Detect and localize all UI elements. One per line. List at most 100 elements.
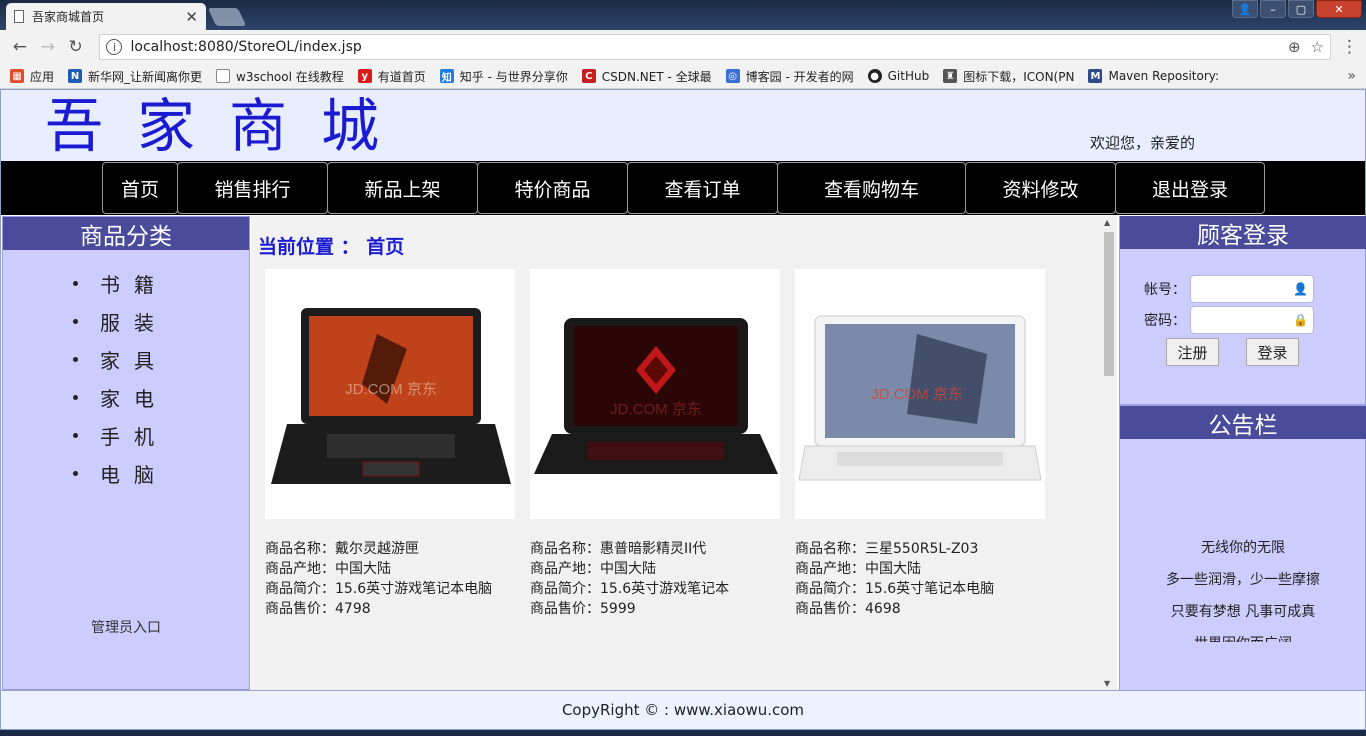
nav-edit-profile[interactable]: 资料修改 — [965, 162, 1116, 214]
back-arrow-icon[interactable]: ← — [8, 35, 32, 59]
bookmark-apps[interactable]: ▦ 应用 — [10, 68, 54, 85]
user-icon[interactable]: 👤 — [1232, 0, 1258, 18]
page-icon — [216, 69, 231, 83]
product-name: 商品名称：戴尔灵越游匣 — [265, 541, 419, 557]
admin-entry-link[interactable]: 管理员入口 — [3, 617, 249, 637]
menu-icon[interactable]: ⋮ — [1341, 37, 1358, 57]
notice-title: 公告栏 — [1120, 406, 1366, 439]
maven-icon: M — [1088, 69, 1103, 83]
content-scrollbar[interactable]: ▲ ▼ — [1101, 216, 1117, 690]
bullet-icon — [73, 356, 78, 362]
site-logo: 吾家商城 — [45, 92, 414, 160]
lock-icon: 🔒 — [1293, 313, 1308, 327]
category-item[interactable]: 书籍 — [3, 264, 249, 302]
product-card[interactable]: JD.COM 京东 商品名称：惠普暗影精灵II代 商品产地：中国大陆 商品简介：… — [530, 269, 780, 619]
tab-title: 吾家商城首页 — [32, 10, 105, 24]
product-desc: 商品简介：15.6英寸游戏笔记本电脑 — [265, 581, 493, 597]
bookmark-zhihu[interactable]: 知知乎 - 与世界分享你 — [439, 68, 568, 85]
bookmark-youdao[interactable]: y 有道首页 — [357, 68, 426, 85]
window-controls: 👤 – ▢ ✕ — [1232, 0, 1362, 18]
main-nav: 首页 销售排行 新品上架 特价商品 查看订单 查看购物车 资料修改 退出登录 — [1, 161, 1365, 215]
nav-view-orders[interactable]: 查看订单 — [627, 162, 778, 214]
notice-line: 世界因你而广阔 — [1120, 628, 1366, 642]
apps-grid-icon: ▦ — [10, 69, 24, 83]
product-info: 商品名称：惠普暗影精灵II代 商品产地：中国大陆 商品简介：15.6英寸游戏笔记… — [530, 539, 780, 619]
nav-special-offers[interactable]: 特价商品 — [477, 162, 628, 214]
product-image[interactable]: JD.COM 京东 — [795, 269, 1045, 519]
nav-sales-ranking[interactable]: 销售排行 — [177, 162, 328, 214]
notice-lines: 无线你的无限 多一些润滑，少一些摩擦 只要有梦想 凡事可成真 世界因你而广阔 — [1120, 532, 1366, 642]
register-button[interactable]: 注册 — [1166, 338, 1219, 366]
star-icon[interactable]: ☆ — [1311, 38, 1324, 56]
icon-download-icon: ♜ — [943, 69, 958, 83]
scroll-down-icon[interactable]: ▼ — [1104, 679, 1110, 688]
github-icon: ● — [867, 69, 882, 83]
product-card[interactable]: JD.COM 京东 商品名称：三星550R5L-Z03 商品产地：中国大陆 商品… — [795, 269, 1045, 619]
product-origin: 商品产地：中国大陆 — [530, 561, 656, 577]
breadcrumb: 当前位置 ： 首页 — [258, 236, 405, 258]
product-info: 商品名称：戴尔灵越游匣 商品产地：中国大陆 商品简介：15.6英寸游戏笔记本电脑… — [265, 539, 515, 619]
welcome-text: 欢迎您，亲爱的 — [1090, 134, 1196, 152]
product-card[interactable]: JD.COM 京东 商品名称：戴尔灵越游匣 商品产地：中国大陆 商品简介：15.… — [265, 269, 515, 619]
product-price: 商品售价：5999 — [530, 601, 636, 617]
bullet-icon — [73, 394, 78, 400]
product-image[interactable]: JD.COM 京东 — [265, 269, 515, 519]
address-bar[interactable]: i localhost:8080/StoreOL/index.jsp ⊕ ☆ — [99, 34, 1331, 60]
laptop-image-icon: JD.COM 京东 — [798, 315, 1042, 481]
nav-logout[interactable]: 退出登录 — [1115, 162, 1265, 214]
maximize-button[interactable]: ▢ — [1288, 0, 1314, 18]
category-item[interactable]: 家具 — [3, 340, 249, 378]
password-row: 密码： 🔒 — [1144, 306, 1314, 334]
reload-icon[interactable]: ↻ — [64, 35, 88, 59]
bookmark-github[interactable]: ● GitHub — [867, 69, 929, 83]
bullet-icon — [73, 318, 78, 324]
zoom-icon[interactable]: ⊕ — [1288, 38, 1301, 56]
category-item[interactable]: 手机 — [3, 416, 249, 454]
category-item[interactable]: 家电 — [3, 378, 249, 416]
minimize-button[interactable]: – — [1260, 0, 1286, 18]
bookmark-cnblogs[interactable]: ◎ 博客园 - 开发者的网 — [725, 68, 854, 85]
main-content: 当前位置 ： 首页 JD.COM 京东 商品名称：戴尔灵越游匣 商品产地：中国大… — [251, 216, 1117, 690]
csdn-icon: C — [581, 69, 596, 83]
bookmark-w3school[interactable]: w3school 在线教程 — [216, 68, 344, 85]
document-icon — [14, 10, 24, 23]
login-button[interactable]: 登录 — [1246, 338, 1299, 366]
more-bookmarks-icon[interactable]: » — [1347, 68, 1356, 84]
os-taskbar — [0, 730, 1366, 736]
product-image[interactable]: JD.COM 京东 — [530, 269, 780, 519]
browser-tab[interactable]: 吾家商城首页 ✕ — [6, 3, 206, 30]
bookmarks-bar: ▦ 应用 N 新华网_让新闻离你更 w3school 在线教程 y 有道首页 知知乎 … — [0, 64, 1366, 89]
new-tab-button[interactable] — [207, 8, 247, 26]
category-panel: 商品分类 书籍 服装 家具 家电 手机 电脑 管理员入口 — [2, 216, 250, 690]
site-header: 吾家商城 欢迎您，亲爱的 — [1, 90, 1365, 161]
category-item[interactable]: 电脑 — [3, 454, 249, 492]
url-text: localhost:8080/StoreOL/index.jsp — [130, 39, 362, 55]
close-tab-icon[interactable]: ✕ — [185, 8, 198, 26]
login-title: 顾客登录 — [1120, 216, 1366, 249]
nav-view-cart[interactable]: 查看购物车 — [777, 162, 966, 214]
nav-new-arrivals[interactable]: 新品上架 — [327, 162, 478, 214]
bookmark-maven[interactable]: M Maven Repository: — [1088, 69, 1219, 83]
nav-home[interactable]: 首页 — [102, 162, 178, 214]
xinhua-icon: N — [68, 69, 83, 83]
bookmark-csdn[interactable]: C CSDN.NET - 全球最 — [581, 68, 712, 85]
product-watermark: JD.COM 京东 — [610, 401, 702, 418]
bookmark-xinhua[interactable]: N 新华网_让新闻离你更 — [68, 68, 202, 85]
close-window-button[interactable]: ✕ — [1316, 0, 1362, 18]
info-icon[interactable]: i — [106, 39, 123, 55]
category-item[interactable]: 服装 — [3, 302, 249, 340]
notice-line: 只要有梦想 凡事可成真 — [1170, 604, 1316, 620]
account-label: 帐号： — [1144, 282, 1186, 298]
scroll-thumb[interactable] — [1104, 232, 1114, 376]
forward-arrow-icon[interactable]: → — [36, 35, 60, 59]
laptop-image-icon: JD.COM 京东 — [271, 308, 511, 484]
account-row: 帐号： 👤 — [1144, 275, 1314, 303]
notice-line: 无线你的无限 — [1201, 540, 1285, 556]
product-desc: 商品简介：15.6英寸游戏笔记本 — [530, 581, 730, 597]
laptop-image-icon: JD.COM 京东 — [534, 318, 778, 474]
scroll-up-icon[interactable]: ▲ — [1104, 218, 1110, 227]
login-box: 顾客登录 帐号： 👤 密码： 🔒 注册 登录 — [1120, 216, 1366, 404]
bookmark-icons[interactable]: ♜ 图标下载，ICON(PN — [943, 68, 1074, 85]
browser-toolbar: ← → ↻ i localhost:8080/StoreOL/index.jsp… — [0, 30, 1366, 64]
site-footer: CopyRight © : www.xiaowu.com — [1, 690, 1365, 729]
